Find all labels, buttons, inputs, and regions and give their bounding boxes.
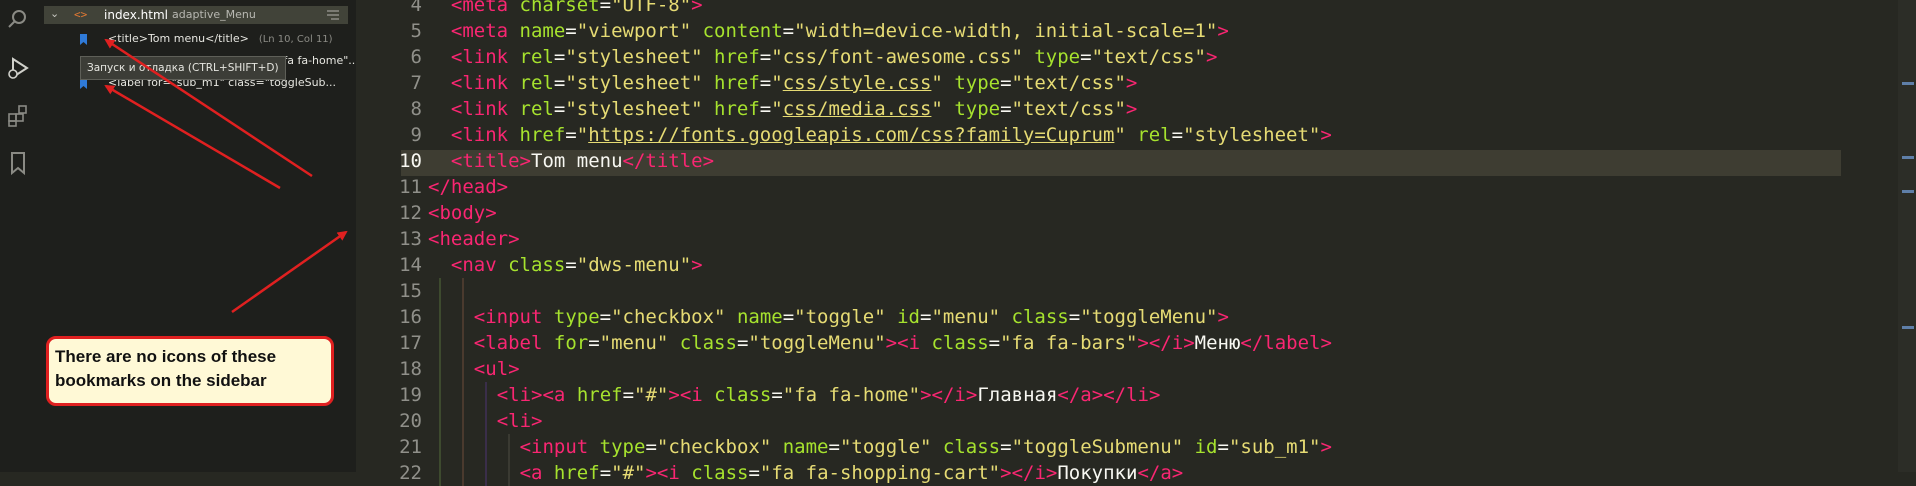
indent-guide: [462, 330, 465, 356]
bookmark-file-name: index.html: [104, 8, 168, 22]
line-number: 18: [399, 358, 422, 380]
line-number: 7: [410, 72, 422, 94]
indent-guide: [439, 382, 442, 408]
run-debug-icon[interactable]: [5, 55, 31, 81]
vertical-scrollbar[interactable]: [1898, 0, 1916, 472]
scrollbar-marker: [1902, 190, 1914, 193]
search-icon[interactable]: [5, 6, 31, 32]
indent-guide: [462, 356, 465, 382]
indent-guide: [462, 278, 465, 304]
code-line: <ul>: [473, 358, 520, 380]
bookmark-file-folder: adaptive_Menu: [172, 8, 256, 21]
code-line: <li><a href="#"><i class="fa fa-home"></…: [496, 384, 1161, 406]
indent-guide: [439, 304, 442, 330]
annotation-callout-text: There are no icons of these bookmarks on…: [55, 347, 277, 390]
line-number: 15: [399, 280, 422, 302]
code-line: <link href="https://fonts.googleapis.com…: [450, 124, 1332, 146]
code-line: <meta charset="UTF-8">: [450, 0, 703, 16]
code-line: <header>: [428, 228, 520, 250]
bookmarks-icon[interactable]: [5, 150, 31, 176]
code-line: <input type="checkbox" name="toggle" id=…: [473, 306, 1229, 328]
indent-guide: [485, 382, 488, 408]
line-number: 4: [410, 0, 422, 16]
code-line: <a href="#"><i class="fa fa-shopping-car…: [519, 462, 1184, 484]
code-line: <body>: [428, 202, 497, 224]
indent-guide: [485, 460, 488, 486]
bookmark-item-location: (Ln 10, Col 11): [258, 34, 333, 45]
code-editor[interactable]: 4 5 6 7 8 9 10 11 12 13 14 15 16 17 18 19 20 21 22 <meta c…: [356, 0, 1916, 486]
line-number: 19: [399, 384, 422, 406]
indent-guide: [508, 434, 511, 460]
code-line: </head>: [428, 176, 509, 198]
line-number: 13: [399, 228, 422, 250]
indent-guide: [439, 278, 442, 304]
indent-guide: [462, 434, 465, 460]
indent-guide: [462, 382, 465, 408]
collapse-all-icon[interactable]: [326, 10, 340, 20]
scrollbar-marker: [1902, 82, 1914, 85]
indent-guide: [508, 460, 511, 486]
code-line: <link rel="stylesheet" href="css/font-aw…: [450, 46, 1218, 68]
indent-guide: [439, 460, 442, 486]
bookmark-icon: [80, 34, 87, 45]
indent-guide: [485, 408, 488, 434]
line-number: 21: [399, 436, 422, 458]
line-number: 17: [399, 332, 422, 354]
line-number: 6: [410, 46, 422, 68]
indent-guide: [439, 434, 442, 460]
indent-guide: [439, 356, 442, 382]
line-number: 22: [399, 462, 422, 484]
activity-bar: [0, 0, 36, 472]
indent-guide: [462, 408, 465, 434]
indent-guide: [439, 330, 442, 356]
scrollbar-marker: [1902, 156, 1914, 159]
line-number: 5: [410, 20, 422, 42]
code-line: <nav class="dws-menu">: [450, 254, 703, 276]
line-number: 8: [410, 98, 422, 120]
indent-guide: [462, 304, 465, 330]
indent-guide: [439, 408, 442, 434]
line-number: 16: [399, 306, 422, 328]
annotation-callout: There are no icons of these bookmarks on…: [46, 336, 334, 406]
indent-guide: [485, 434, 488, 460]
extensions-icon[interactable]: [5, 103, 31, 129]
code-line: <meta name="viewport" content="width=dev…: [450, 20, 1229, 42]
bookmark-file-row[interactable]: ⌄ <> index.html adaptive_Menu: [44, 6, 348, 24]
code-line: <label for="menu" class="toggleMenu"><i …: [473, 332, 1332, 354]
run-debug-tooltip: Запуск и отладка (CTRL+SHIFT+D): [80, 56, 286, 80]
line-number: 14: [399, 254, 422, 276]
indent-guide: [462, 460, 465, 486]
chevron-down-icon[interactable]: ⌄: [50, 7, 59, 20]
code-line: <link rel="stylesheet" href="css/style.c…: [450, 72, 1138, 94]
html-file-icon: <>: [74, 8, 88, 21]
line-number: 12: [399, 202, 422, 224]
line-number: 10: [399, 150, 422, 172]
bookmark-item-text: <title>Tom menu</title> (Ln 10, Col 11): [108, 32, 333, 45]
line-number: 11: [399, 176, 422, 198]
code-line: <input type="checkbox" name="toggle" cla…: [519, 436, 1332, 458]
line-number: 20: [399, 410, 422, 432]
code-line: <link rel="stylesheet" href="css/media.c…: [450, 98, 1138, 120]
code-line: <title>Tom menu</title>: [450, 150, 715, 172]
code-line: <li>: [496, 410, 543, 432]
line-number: 9: [410, 124, 422, 146]
scrollbar-marker: [1902, 326, 1914, 329]
